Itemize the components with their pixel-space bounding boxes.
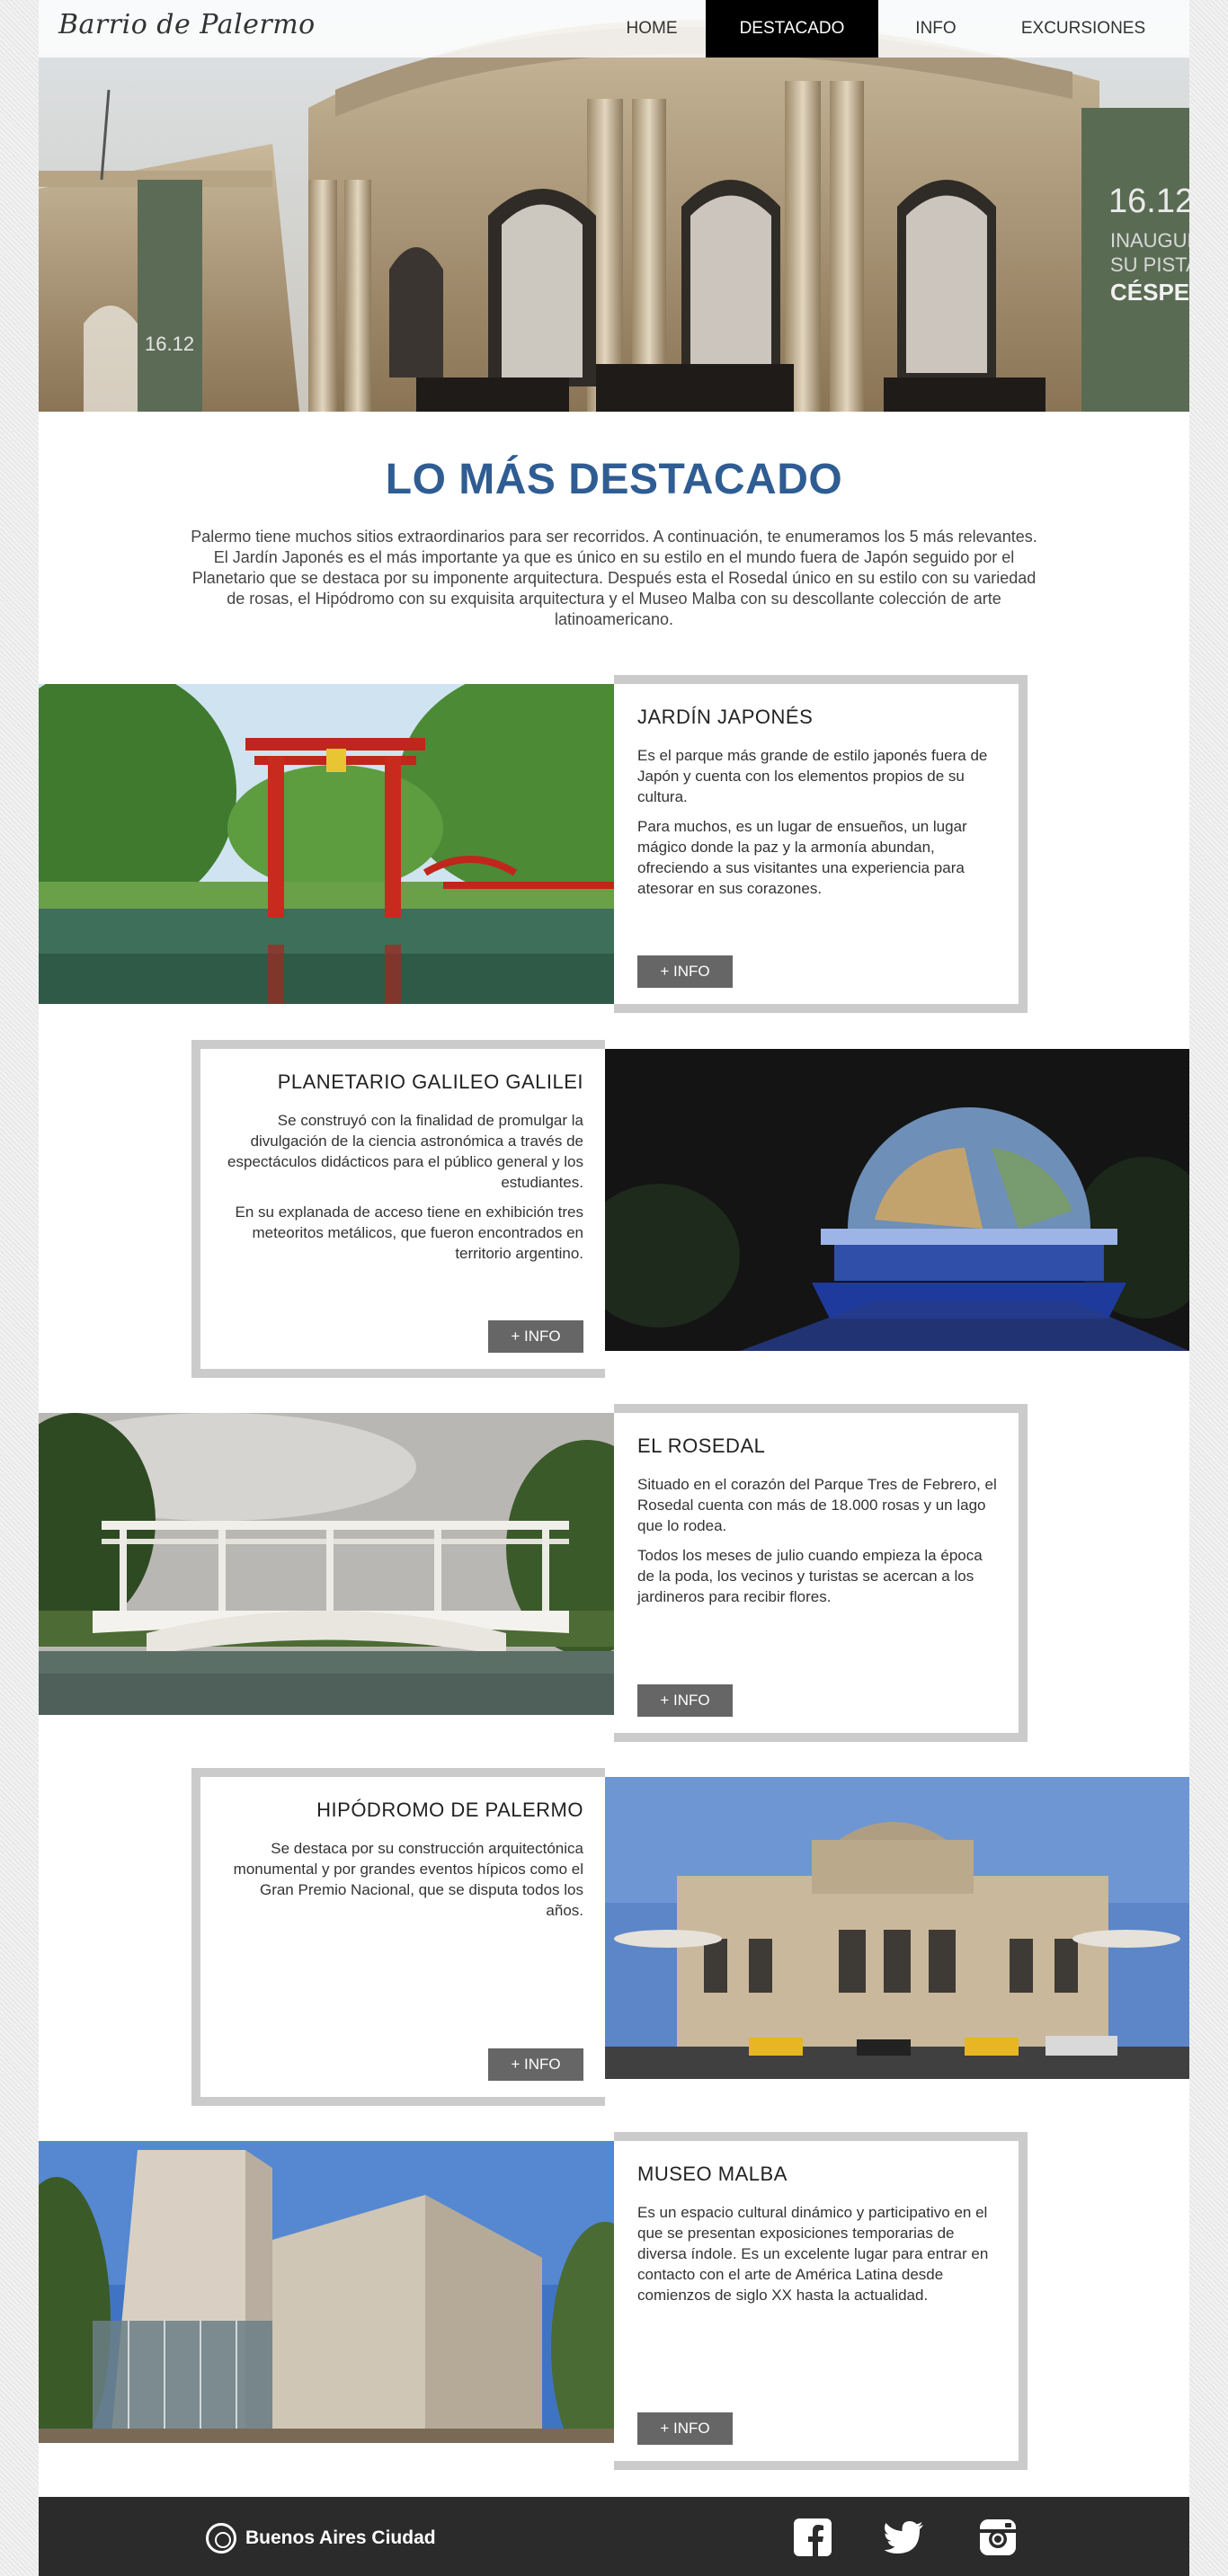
site-logo[interactable]: Barrio de Palermo <box>58 9 316 40</box>
card-content-rosedal: EL ROSEDAL Situado en el corazón del Par… <box>614 1404 1028 1742</box>
card-paragraph: Es el parque más grande de estilo japoné… <box>637 747 988 805</box>
card-planetario: PLANETARIO GALILEO GALILEI Se construyó … <box>191 1040 1189 1378</box>
instagram-icon[interactable] <box>977 2517 1019 2558</box>
card-title: EL ROSEDAL <box>637 1435 766 1457</box>
card-title: HIPÓDROMO DE PALERMO <box>316 1799 583 1821</box>
hero-banner-text-left: 16.12 <box>145 333 194 355</box>
intro-paragraph: Palermo tiene muchos sitios extraordinar… <box>191 528 1037 628</box>
footer-brand-label: Buenos Aires Ciudad <box>245 2527 436 2548</box>
nav-home[interactable]: HOME <box>598 0 706 58</box>
info-button-malba[interactable]: + INFO <box>637 2412 733 2445</box>
card-description: Es el parque más grande de estilo japoné… <box>637 745 997 908</box>
footer: Buenos Aires Ciudad <box>39 2497 1189 2576</box>
card-content-jardin-japones: JARDÍN JAPONÉS Es el parque más grande d… <box>614 675 1028 1013</box>
card-paragraph: Se destaca por su construcción arquitect… <box>233 1840 583 1919</box>
card-paragraph: Situado en el corazón del Parque Tres de… <box>637 1476 997 1534</box>
facebook-icon[interactable] <box>792 2517 833 2558</box>
card-paragraph: En su explanada de acceso tiene en exhib… <box>235 1204 583 1262</box>
hero-banner-line-1: INAUGURA <box>1110 229 1189 252</box>
hero-banner-line-3: CÉSPED <box>1110 279 1189 306</box>
navbar: Barrio de Palermo HOME DESTACADO INFO EX… <box>39 0 1189 58</box>
page-title: LO MÁS DESTACADO <box>385 456 843 503</box>
card-description: Se construyó con la finalidad de promulg… <box>224 1110 583 1273</box>
card-content-hipodromo: HIPÓDROMO DE PALERMO Se destaca por su c… <box>191 1768 605 2106</box>
nav-destacado[interactable]: DESTACADO <box>706 0 878 58</box>
card-title: JARDÍN JAPONÉS <box>637 706 814 728</box>
card-description: Se destaca por su construcción arquitect… <box>224 1838 583 1930</box>
card-image-malba <box>39 2141 623 2461</box>
hero-banner: 16.12 16.12 INAUGURA SU PISTA CÉSPED Bar… <box>39 0 1189 412</box>
footer-brand[interactable]: Buenos Aires Ciudad <box>206 2520 436 2556</box>
info-button-rosedal[interactable]: + INFO <box>637 1684 733 1717</box>
nav-excursiones[interactable]: EXCURSIONES <box>993 0 1173 58</box>
card-content-malba: MUSEO MALBA Es un espacio cultural dinám… <box>614 2132 1028 2470</box>
hero-image-teatro: 16.12 16.12 INAUGURA SU PISTA CÉSPED <box>39 0 1189 412</box>
card-paragraph: Es un espacio cultural dinámico y partic… <box>637 2204 989 2304</box>
card-title: MUSEO MALBA <box>637 2163 788 2185</box>
hero-banner-date: 16.12 <box>1108 182 1189 220</box>
card-rosedal: EL ROSEDAL Situado en el corazón del Par… <box>39 1404 1037 1742</box>
hero-banner-line-2: SU PISTA <box>1110 253 1189 276</box>
card-description: Es un espacio cultural dinámico y partic… <box>637 2202 997 2314</box>
card-image-jardin-japones <box>39 684 623 1004</box>
card-paragraph: Se construyó con la finalidad de promulg… <box>227 1112 583 1191</box>
card-title: PLANETARIO GALILEO GALILEI <box>277 1070 583 1093</box>
card-content-planetario: PLANETARIO GALILEO GALILEI Se construyó … <box>191 1040 605 1378</box>
info-button-planetario[interactable]: + INFO <box>488 1320 583 1353</box>
card-paragraph: Para muchos, es un lugar de ensueños, un… <box>637 818 967 897</box>
twitter-icon[interactable] <box>884 2517 925 2558</box>
page: 16.12 16.12 INAUGURA SU PISTA CÉSPED Bar… <box>39 0 1189 2576</box>
card-jardin-japones: JARDÍN JAPONÉS Es el parque más grande d… <box>39 675 1037 1013</box>
card-paragraph: Todos los meses de julio cuando empieza … <box>637 1547 983 1605</box>
nav-info[interactable]: INFO <box>878 0 993 58</box>
city-seal-icon <box>206 2523 236 2554</box>
card-description: Situado en el corazón del Parque Tres de… <box>637 1474 997 1616</box>
card-image-planetario <box>605 1049 1189 1369</box>
card-hipodromo: HIPÓDROMO DE PALERMO Se destaca por su c… <box>191 1768 1189 2106</box>
info-button-jardin-japones[interactable]: + INFO <box>637 955 733 988</box>
info-button-hipodromo[interactable]: + INFO <box>488 2048 583 2081</box>
card-malba: MUSEO MALBA Es un espacio cultural dinám… <box>39 2132 1037 2470</box>
card-image-rosedal <box>39 1413 623 1733</box>
card-image-hipodromo <box>605 1777 1189 2097</box>
